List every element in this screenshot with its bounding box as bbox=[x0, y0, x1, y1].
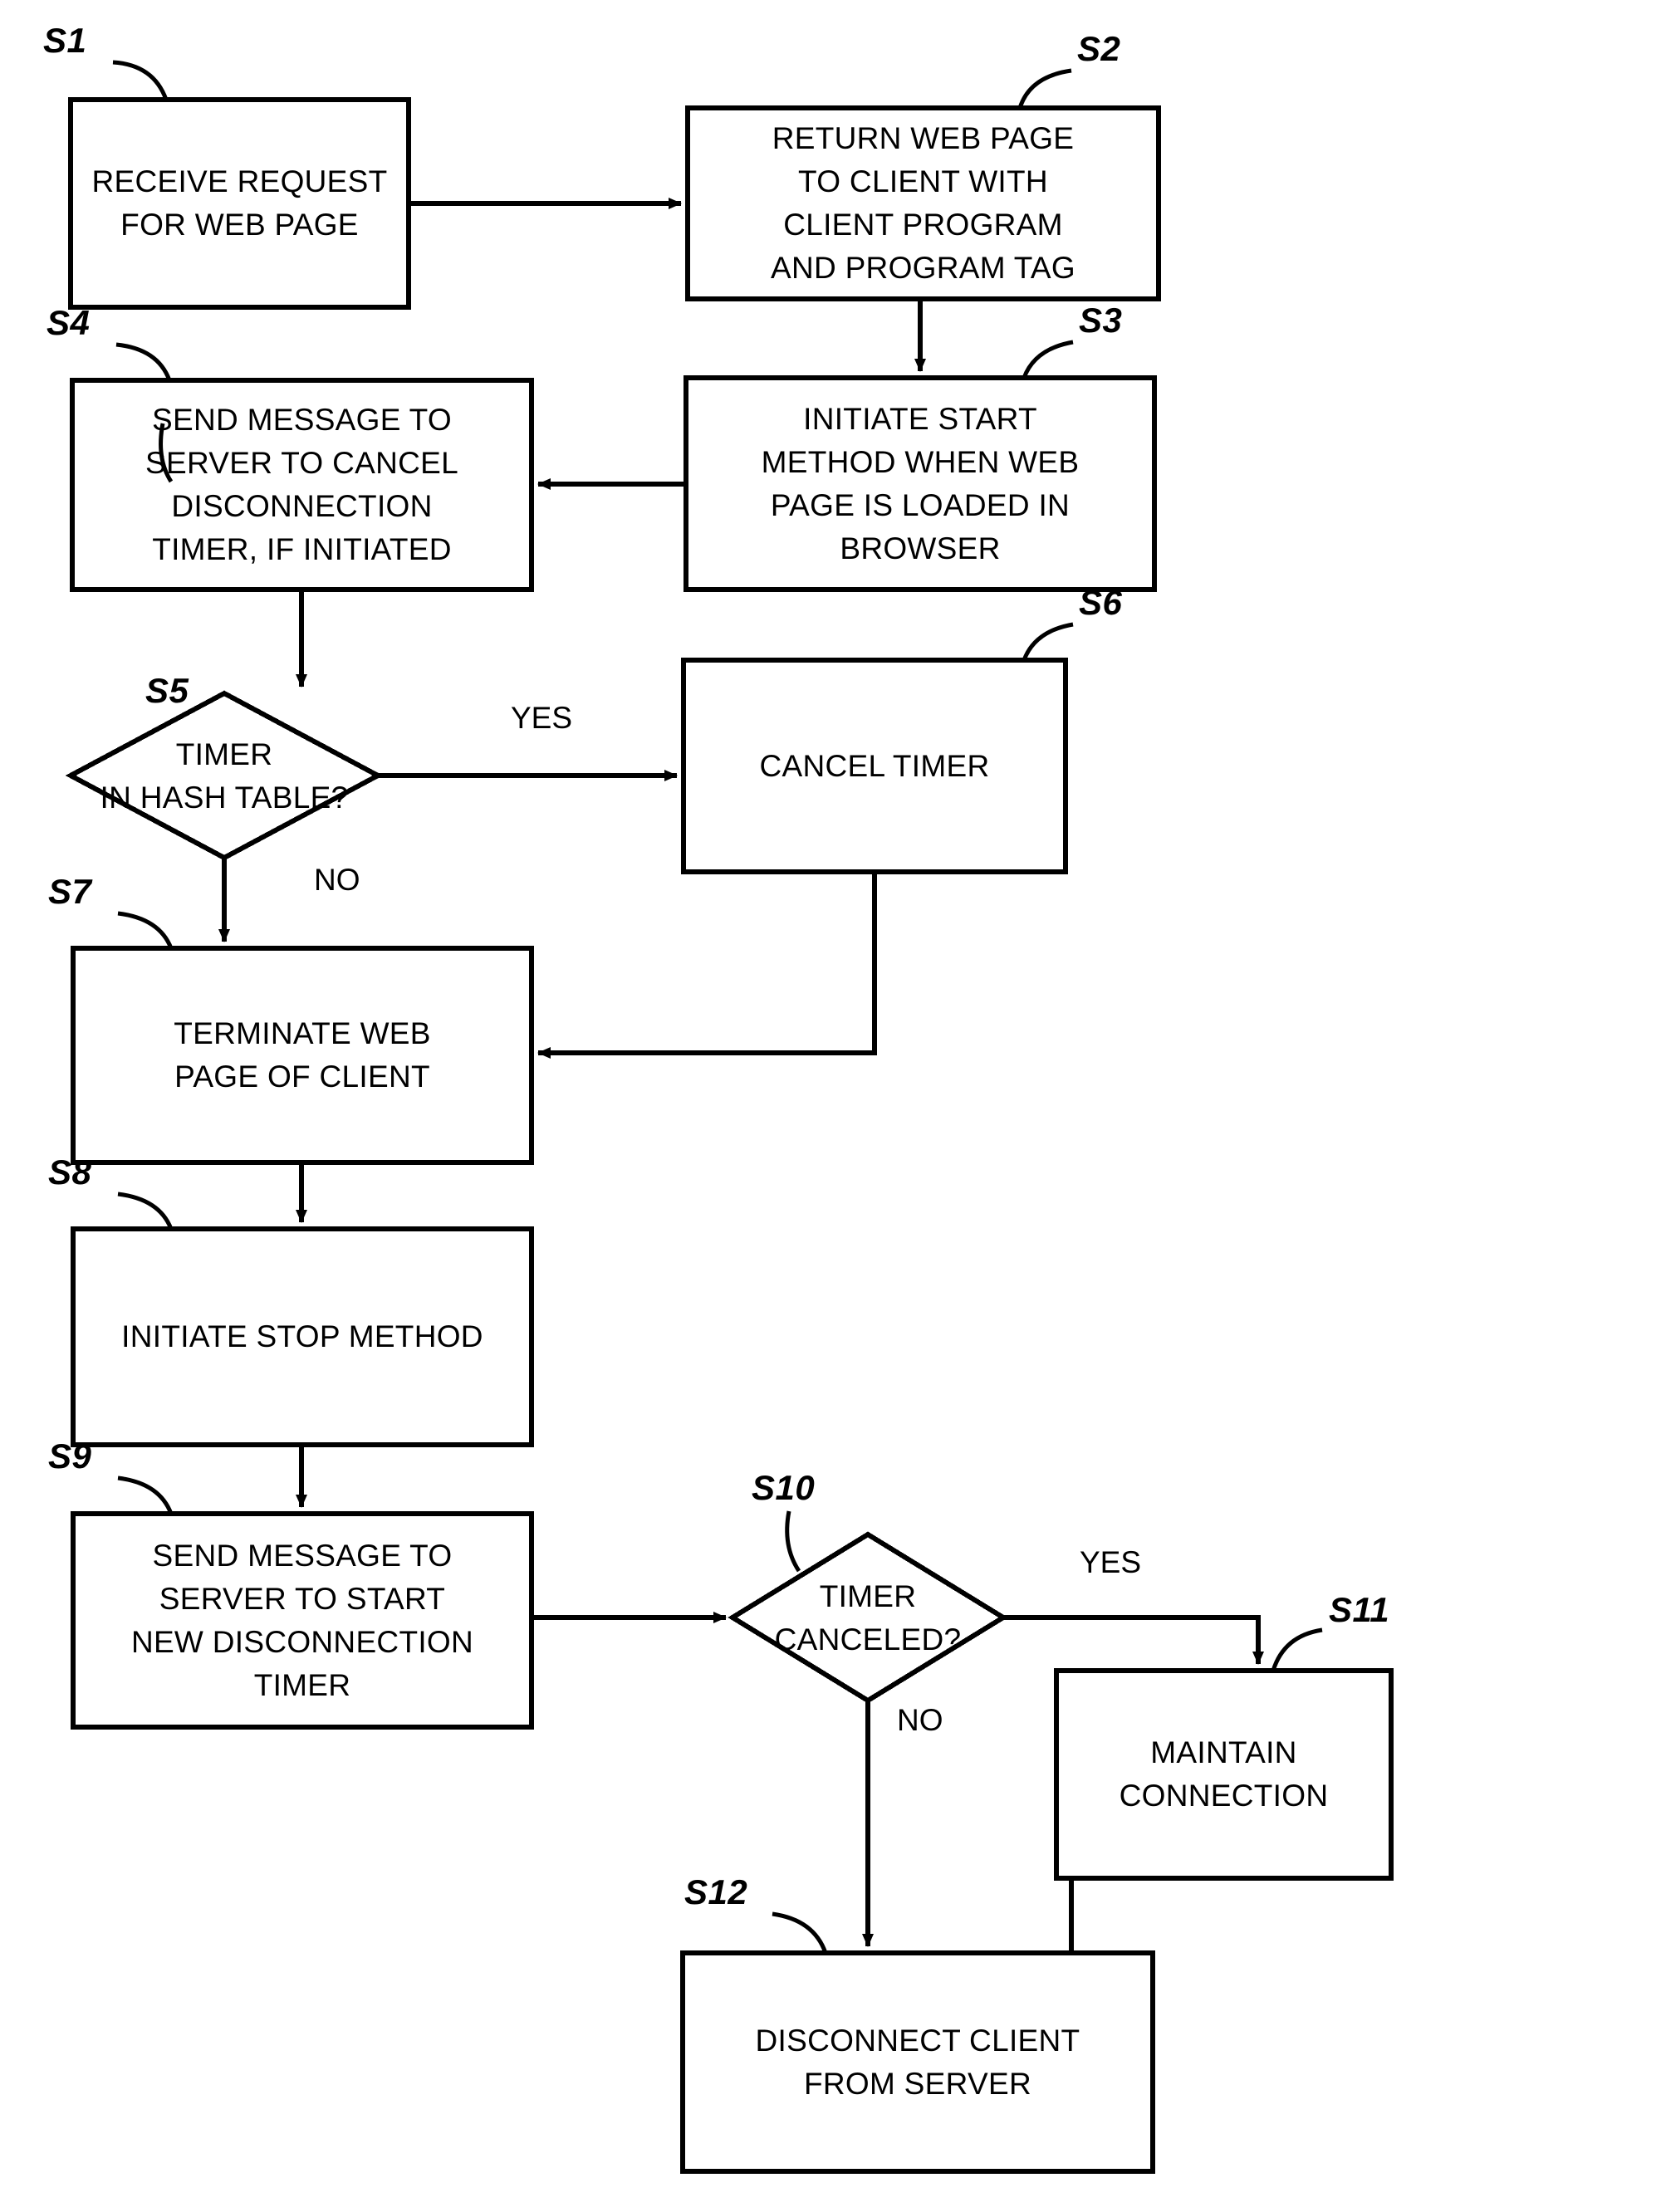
edge-label-s5-yes: YES bbox=[511, 701, 573, 735]
edge-label-s5-no: NO bbox=[314, 863, 360, 897]
leader-s6 bbox=[1022, 622, 1074, 661]
node-box-s12 bbox=[680, 1950, 1155, 2174]
leader-s8 bbox=[117, 1192, 174, 1230]
leader-s10 bbox=[785, 1510, 801, 1573]
flowchart-canvas: RECEIVE REQUEST FOR WEB PAGE RETURN WEB … bbox=[0, 0, 1661, 2212]
leader-s9 bbox=[117, 1475, 174, 1515]
leader-s3 bbox=[1022, 340, 1074, 379]
leader-s12 bbox=[772, 1911, 828, 1954]
step-tag-s12: S12 bbox=[684, 1872, 748, 1911]
leader-s5 bbox=[159, 423, 174, 483]
edge-s6-to-s7 bbox=[537, 872, 877, 1059]
step-tag-s5: S5 bbox=[145, 671, 189, 710]
step-tag-s3: S3 bbox=[1079, 301, 1123, 340]
step-tag-s8: S8 bbox=[48, 1152, 92, 1192]
edge-s10-yes-to-s11 bbox=[1003, 1615, 1264, 1665]
node-box-s3 bbox=[684, 375, 1157, 592]
edge-label-s10-yes: YES bbox=[1080, 1545, 1142, 1579]
node-diamond-s5 bbox=[65, 690, 384, 861]
step-tag-s11: S11 bbox=[1329, 1590, 1390, 1629]
node-box-s8 bbox=[71, 1226, 534, 1447]
step-tag-s4: S4 bbox=[47, 303, 91, 342]
step-tag-s6: S6 bbox=[1079, 583, 1123, 622]
step-tag-s1: S1 bbox=[43, 21, 87, 60]
step-tag-s2: S2 bbox=[1077, 29, 1121, 68]
node-box-s4 bbox=[70, 378, 534, 592]
leader-s7 bbox=[117, 911, 174, 949]
step-tag-s7: S7 bbox=[48, 872, 92, 911]
node-box-s1 bbox=[68, 97, 411, 310]
step-tag-s9: S9 bbox=[48, 1436, 92, 1475]
node-diamond-s10 bbox=[728, 1531, 1008, 1704]
leader-s1 bbox=[112, 60, 169, 100]
step-tag-s10: S10 bbox=[752, 1468, 816, 1507]
node-box-s7 bbox=[71, 946, 534, 1165]
node-box-s2 bbox=[685, 105, 1161, 301]
node-box-s9 bbox=[71, 1511, 534, 1730]
edge-label-s10-no: NO bbox=[897, 1703, 943, 1737]
leader-s2 bbox=[1017, 68, 1072, 109]
node-box-s11 bbox=[1054, 1668, 1394, 1881]
flowchart-vector-layer bbox=[65, 60, 1394, 2174]
node-box-s6 bbox=[681, 658, 1068, 874]
leader-s11 bbox=[1271, 1627, 1323, 1671]
leader-s4 bbox=[115, 342, 172, 381]
